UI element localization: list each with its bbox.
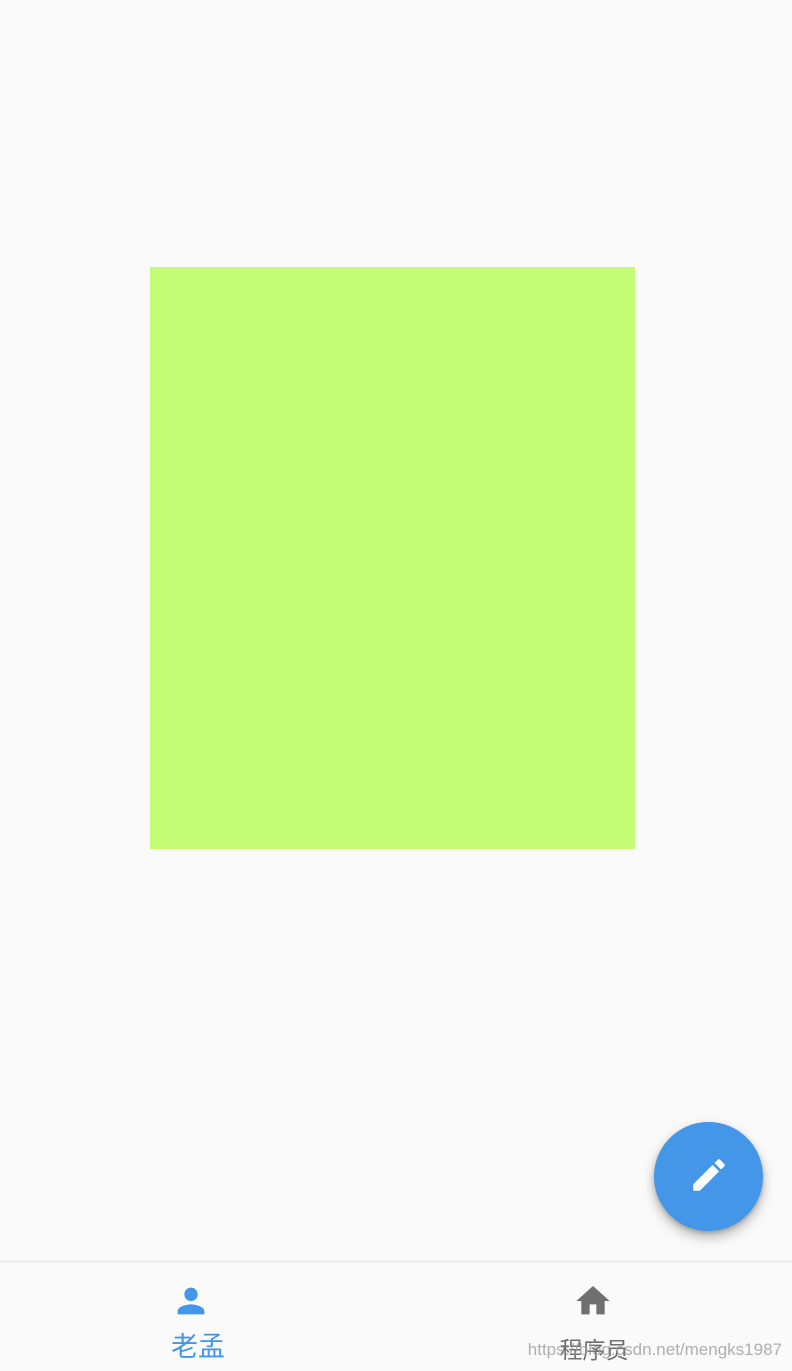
nav-item-label: 老孟 (171, 1332, 225, 1363)
watermark-url: https://blog.csdn.net/mengks1987 (527, 1340, 782, 1359)
nav-item-laomeng[interactable]: 老孟 (0, 1263, 396, 1371)
edit-pencil-icon (688, 1154, 730, 1200)
home-icon (573, 1281, 613, 1321)
floating-action-button[interactable] (654, 1122, 763, 1231)
person-icon (171, 1281, 211, 1321)
green-container-box (150, 267, 635, 849)
